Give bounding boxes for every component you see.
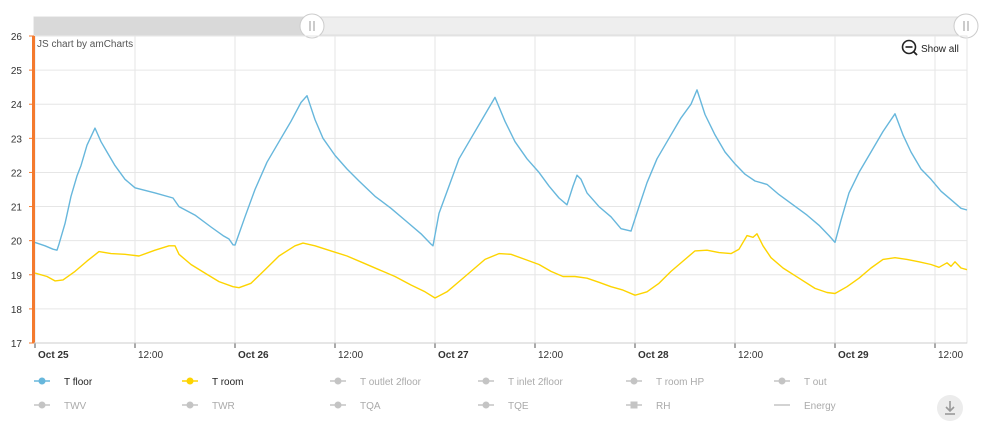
legend-marker (482, 377, 490, 385)
legend-item-twv[interactable]: TWV (34, 401, 87, 412)
legend-marker (778, 377, 786, 385)
legend-item-t-inlet-2floor[interactable]: T inlet 2floor (478, 377, 564, 388)
series-group (34, 89, 968, 299)
watermark[interactable]: JS chart by amCharts (37, 39, 133, 50)
legend-item-t-out[interactable]: T out (774, 377, 827, 388)
legend-marker (630, 401, 638, 409)
y-tick-label: 22 (11, 168, 23, 179)
legend-label: TQA (360, 401, 381, 412)
legend-marker (334, 377, 342, 385)
y-tick-label: 23 (11, 134, 23, 145)
y-tick-label: 24 (11, 100, 23, 111)
legend-label: T room (212, 377, 244, 388)
scrollbar-start-grip[interactable] (299, 13, 325, 39)
scrollbar-thumb[interactable] (34, 17, 312, 35)
plot-area-border (33, 35, 968, 344)
line-chart: 17 18 19 20 21 22 23 24 25 26 Oct 25 12:00 Oct 26 12… (11, 13, 979, 421)
legend-label: TQE (508, 401, 529, 412)
y-tick-label: 21 (11, 203, 23, 214)
y-tick-label: 19 (11, 271, 23, 282)
x-axis: Oct 25 12:00 Oct 26 12:00 Oct 27 12:00 Oct 28 1… (34, 342, 967, 361)
x-tick-label: Oct 25 (38, 350, 69, 361)
legend-item-tqa[interactable]: TQA (330, 401, 381, 412)
legend-label: TWR (212, 401, 235, 412)
y-axis-accent-line (32, 36, 35, 343)
legend-item-tqe[interactable]: TQE (478, 401, 529, 412)
export-button[interactable] (937, 395, 963, 421)
legend-label: T outlet 2floor (360, 377, 422, 388)
legend-marker (186, 377, 194, 385)
legend-label: TWV (64, 401, 87, 412)
legend-label: Energy (804, 401, 836, 412)
x-tick-label: Oct 27 (438, 350, 469, 361)
scrollbar-end-grip[interactable] (953, 13, 979, 39)
x-tick-label: 12:00 (138, 350, 163, 361)
legend-item-t-room-hp[interactable]: T room HP (626, 377, 704, 388)
series-line-t-floor[interactable] (34, 89, 968, 251)
zoom-out-icon (901, 39, 918, 56)
y-tick-label: 18 (11, 305, 23, 316)
legend-item-t-room[interactable]: T room (182, 377, 244, 388)
legend-marker (186, 401, 194, 409)
legend-item-twr[interactable]: TWR (182, 401, 235, 412)
legend-item-t-floor[interactable]: T floor (34, 377, 93, 388)
legend-marker (630, 377, 638, 385)
y-axis: 17 18 19 20 21 22 23 24 25 26 (11, 32, 34, 350)
x-tick-label: 12:00 (538, 350, 563, 361)
legend: T floor T room T outlet 2floor T inlet 2flo… (34, 377, 836, 412)
x-tick-label: Oct 28 (638, 350, 669, 361)
series-line-t-room[interactable] (34, 233, 968, 299)
legend-label: RH (656, 401, 670, 412)
x-tick-label: 12:00 (738, 350, 763, 361)
legend-marker (334, 401, 342, 409)
x-tick-label: Oct 29 (838, 350, 869, 361)
x-tick-label: 12:00 (338, 350, 363, 361)
grid (33, 35, 968, 344)
legend-label: T room HP (656, 377, 704, 388)
legend-marker (38, 377, 46, 385)
x-tick-label: Oct 26 (238, 350, 269, 361)
y-tick-label: 26 (11, 32, 23, 43)
y-tick-label: 17 (11, 339, 23, 350)
chart-container: 17 18 19 20 21 22 23 24 25 26 Oct 25 12:00 Oct 26 12… (0, 0, 1000, 430)
legend-label: T out (804, 377, 827, 388)
legend-item-t-outlet-2floor[interactable]: T outlet 2floor (330, 377, 422, 388)
y-tick-label: 25 (11, 66, 23, 77)
legend-item-rh[interactable]: RH (626, 401, 670, 412)
show-all-button[interactable]: Show all (901, 39, 959, 56)
legend-marker (482, 401, 490, 409)
legend-marker (38, 401, 46, 409)
y-tick-label: 20 (11, 237, 23, 248)
x-tick-label: 12:00 (938, 350, 963, 361)
show-all-label: Show all (921, 44, 959, 55)
legend-item-energy[interactable]: Energy (774, 401, 836, 412)
legend-label: T inlet 2floor (508, 377, 564, 388)
legend-label: T floor (64, 377, 93, 388)
